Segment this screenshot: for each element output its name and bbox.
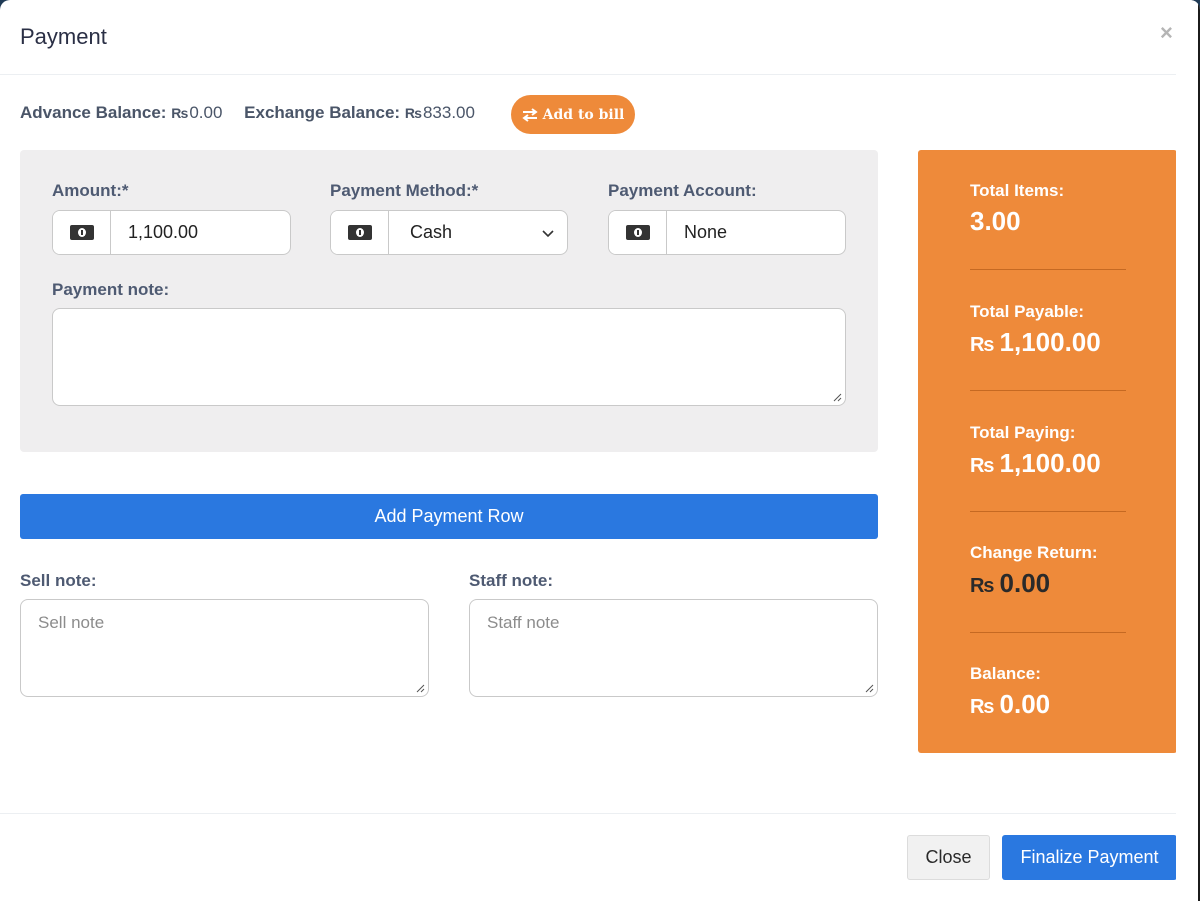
payment-note-label: Payment note: <box>52 280 170 299</box>
payment-modal: Payment × Advance Balance: ₨ 0.00 Exchang… <box>0 0 1200 901</box>
add-payment-row-button[interactable]: Add Payment Row <box>20 494 878 539</box>
amount-input-group: 1,100.00 <box>52 210 291 255</box>
total-items-label: Total Items: <box>970 181 1065 200</box>
currency-symbol: ₨ <box>171 105 188 121</box>
close-button[interactable]: Close <box>907 835 990 880</box>
money-bill-icon <box>53 211 111 254</box>
total-payable: Total Payable: ₨ 1,100.00 <box>970 302 1126 358</box>
resize-grip-icon[interactable] <box>415 683 425 693</box>
total-items-value: 3.00 <box>970 206 1021 236</box>
currency-symbol: ₨ <box>404 105 422 121</box>
divider <box>970 269 1126 270</box>
payment-row-panel: Amount:* 1,100.00 Payment Method:* Cash … <box>20 150 878 452</box>
chevron-down-icon <box>542 229 554 237</box>
staff-note-textarea[interactable]: Staff note <box>469 599 878 697</box>
currency-symbol: ₨ <box>970 455 994 477</box>
amount-input[interactable]: 1,100.00 <box>111 211 290 254</box>
balance-value: 0.00 <box>999 689 1051 719</box>
payment-method-label: Payment Method:* <box>330 181 479 200</box>
staff-note-placeholder: Staff note <box>487 613 560 632</box>
sell-note-label: Sell note: <box>20 571 97 590</box>
advance-balance-value: 0.00 <box>189 103 223 122</box>
add-to-bill-button[interactable]: Add to bill <box>511 95 635 134</box>
sell-note-textarea[interactable]: Sell note <box>20 599 429 697</box>
total-payable-value: 1,100.00 <box>999 327 1101 357</box>
exchange-balance-label: Exchange Balance: <box>244 103 401 122</box>
total-paying: Total Paying: ₨ 1,100.00 <box>970 423 1126 479</box>
payment-account-group: None <box>608 210 846 255</box>
divider <box>970 390 1126 391</box>
money-bill-icon <box>331 211 389 254</box>
exchange-balance-value: 833.00 <box>422 103 475 122</box>
resize-grip-icon[interactable] <box>832 392 842 402</box>
currency-symbol: ₨ <box>970 696 994 718</box>
staff-note-label: Staff note: <box>469 571 554 590</box>
payment-method-value: Cash <box>410 222 453 242</box>
payment-method-select[interactable]: Cash <box>389 211 567 254</box>
modal-header: Payment × <box>0 0 1200 75</box>
advance-balance-label: Advance Balance: <box>20 103 167 122</box>
currency-symbol: ₨ <box>970 334 994 356</box>
money-bill-icon <box>609 211 667 254</box>
modal-title: Payment <box>20 24 107 49</box>
balance: Balance: ₨ 0.00 <box>970 664 1126 720</box>
add-to-bill-label: Add to bill <box>542 106 625 123</box>
total-payable-label: Total Payable: <box>970 302 1084 321</box>
change-return-label: Change Return: <box>970 543 1098 562</box>
payment-summary-panel: Total Items: 3.00 Total Payable: ₨ 1,100.… <box>918 150 1177 753</box>
sell-note-placeholder: Sell note <box>38 613 105 632</box>
payment-account-select[interactable]: None <box>667 211 845 254</box>
total-paying-label: Total Paying: <box>970 423 1076 442</box>
resize-grip-icon[interactable] <box>864 683 874 693</box>
payment-account-label: Payment Account: <box>608 181 757 200</box>
total-items: Total Items: 3.00 <box>970 181 1126 237</box>
change-return: Change Return: ₨ 0.00 <box>970 543 1126 599</box>
exchange-arrows-icon <box>521 107 538 122</box>
change-return-value: 0.00 <box>999 568 1051 598</box>
balance-label: Balance: <box>970 664 1041 683</box>
total-paying-value: 1,100.00 <box>999 448 1101 478</box>
amount-label: Amount:* <box>52 181 129 200</box>
balance-info: Advance Balance: ₨ 0.00 Exchange Balance:… <box>20 103 475 123</box>
close-icon[interactable]: × <box>1160 22 1173 44</box>
finalize-payment-button[interactable]: Finalize Payment <box>1002 835 1177 880</box>
payment-method-group: Cash <box>330 210 568 255</box>
currency-symbol: ₨ <box>970 575 994 597</box>
divider <box>970 632 1126 633</box>
payment-note-textarea[interactable] <box>52 308 846 406</box>
divider <box>970 511 1126 512</box>
